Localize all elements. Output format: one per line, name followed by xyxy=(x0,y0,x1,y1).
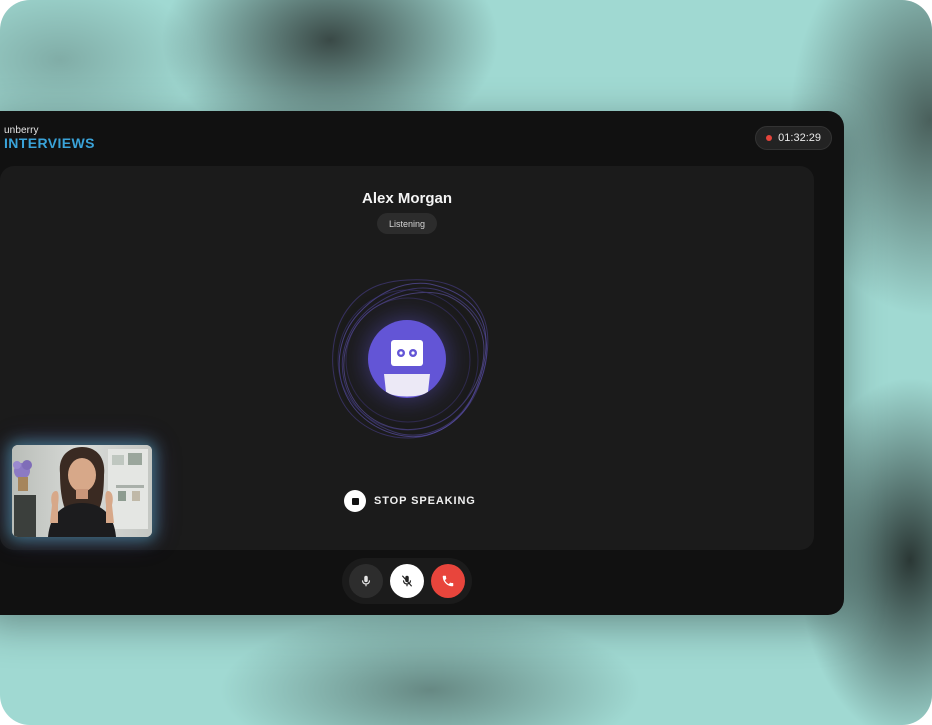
robot-avatar-icon xyxy=(384,340,430,397)
mute-button[interactable] xyxy=(390,564,424,598)
background-frame: unberry INTERVIEWS 01:32:29 Alex Morgan … xyxy=(0,0,932,725)
microphone-button[interactable] xyxy=(349,564,383,598)
status-badge: Listening xyxy=(377,213,437,234)
self-video-preview[interactable] xyxy=(12,445,152,537)
end-call-button[interactable] xyxy=(431,564,465,598)
stop-speaking-label: STOP SPEAKING xyxy=(374,495,476,507)
voice-visualizer xyxy=(318,270,498,450)
microphone-icon xyxy=(361,575,371,587)
stop-icon xyxy=(344,490,366,512)
candidate-video-image xyxy=(12,445,152,537)
ai-interviewer-avatar xyxy=(368,320,446,398)
recording-dot-icon xyxy=(766,135,773,141)
interview-app-window: unberry INTERVIEWS 01:32:29 Alex Morgan … xyxy=(0,111,844,615)
recording-timer: 01:32:29 xyxy=(755,126,832,150)
stop-speaking-button[interactable]: STOP SPEAKING xyxy=(344,490,476,512)
call-controls xyxy=(342,558,472,604)
participant-name: Alex Morgan xyxy=(361,190,452,207)
microphone-off-icon xyxy=(401,575,413,587)
phone-hangup-icon xyxy=(442,575,454,587)
timer-value: 01:32:29 xyxy=(778,132,821,144)
brand-logo: unberry INTERVIEWS xyxy=(4,125,95,151)
brand-logo-main: INTERVIEWS xyxy=(4,135,95,151)
